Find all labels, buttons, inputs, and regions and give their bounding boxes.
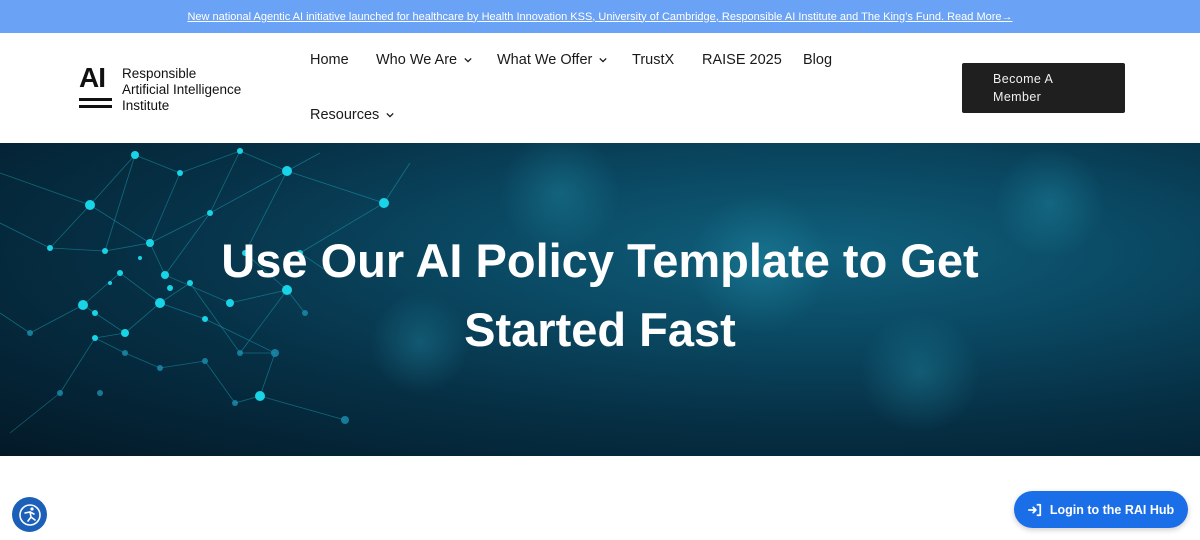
nav-blog[interactable]: Blog: [803, 52, 832, 68]
nav-label: Blog: [803, 52, 833, 68]
announcement-bar: New national Agentic AI initiative launc…: [0, 0, 1200, 33]
accessibility-icon: [18, 503, 41, 526]
logo-line: Responsible: [122, 66, 197, 81]
logo-line: Institute: [122, 98, 170, 113]
nav-home[interactable]: Home: [310, 52, 349, 68]
chevron-down-icon: [386, 112, 394, 118]
hero-banner: Use Our AI Policy Template to Get Starte…: [0, 143, 1200, 456]
nav-raise-2025[interactable]: RAISE 2025: [702, 52, 782, 68]
nav-what-we-offer[interactable]: What We Offer: [497, 52, 608, 68]
logo[interactable]: AI Responsible Artificial Intelligence I…: [79, 62, 279, 114]
nav-label: Who We Are: [376, 52, 458, 68]
hero-title-line: Started Fast: [464, 303, 736, 356]
cta-line: Member: [993, 90, 1042, 104]
logo-bar: [79, 98, 112, 101]
become-member-button[interactable]: Become A Member: [962, 63, 1125, 113]
sign-in-icon: [1027, 503, 1041, 516]
nav-who-we-are[interactable]: Who We Are: [376, 52, 472, 68]
logo-text: Responsible Artificial Intelligence Inst…: [122, 66, 241, 114]
hero-title: Use Our AI Policy Template to Get Starte…: [0, 226, 1200, 364]
logo-mark-text: AI: [79, 62, 106, 93]
nav-resources[interactable]: Resources: [310, 107, 394, 123]
nav-label: Home: [310, 52, 349, 68]
logo-bar: [79, 105, 112, 108]
nav-label: What We Offer: [497, 52, 593, 68]
nav-trustx[interactable]: TrustX: [632, 52, 674, 68]
logo-line: Artificial Intelligence: [122, 82, 242, 97]
login-label: Login to the RAI Hub: [1049, 502, 1175, 517]
site-header: AI Responsible Artificial Intelligence I…: [0, 33, 1200, 143]
chevron-down-icon: [464, 57, 472, 63]
chevron-down-icon: [599, 57, 608, 63]
accessibility-button[interactable]: [12, 497, 47, 532]
login-rai-hub-button[interactable]: Login to the RAI Hub: [1014, 491, 1188, 528]
nav-label: TrustX: [632, 52, 675, 68]
nav-label: Resources: [310, 107, 380, 123]
logo-mark: AI: [79, 62, 113, 112]
hero-title-line: Use Our AI Policy Template to Get: [221, 234, 979, 287]
nav-label: RAISE 2025: [702, 52, 782, 68]
announcement-link[interactable]: New national Agentic AI initiative launc…: [187, 11, 1012, 23]
cta-line: Become A: [993, 72, 1054, 86]
